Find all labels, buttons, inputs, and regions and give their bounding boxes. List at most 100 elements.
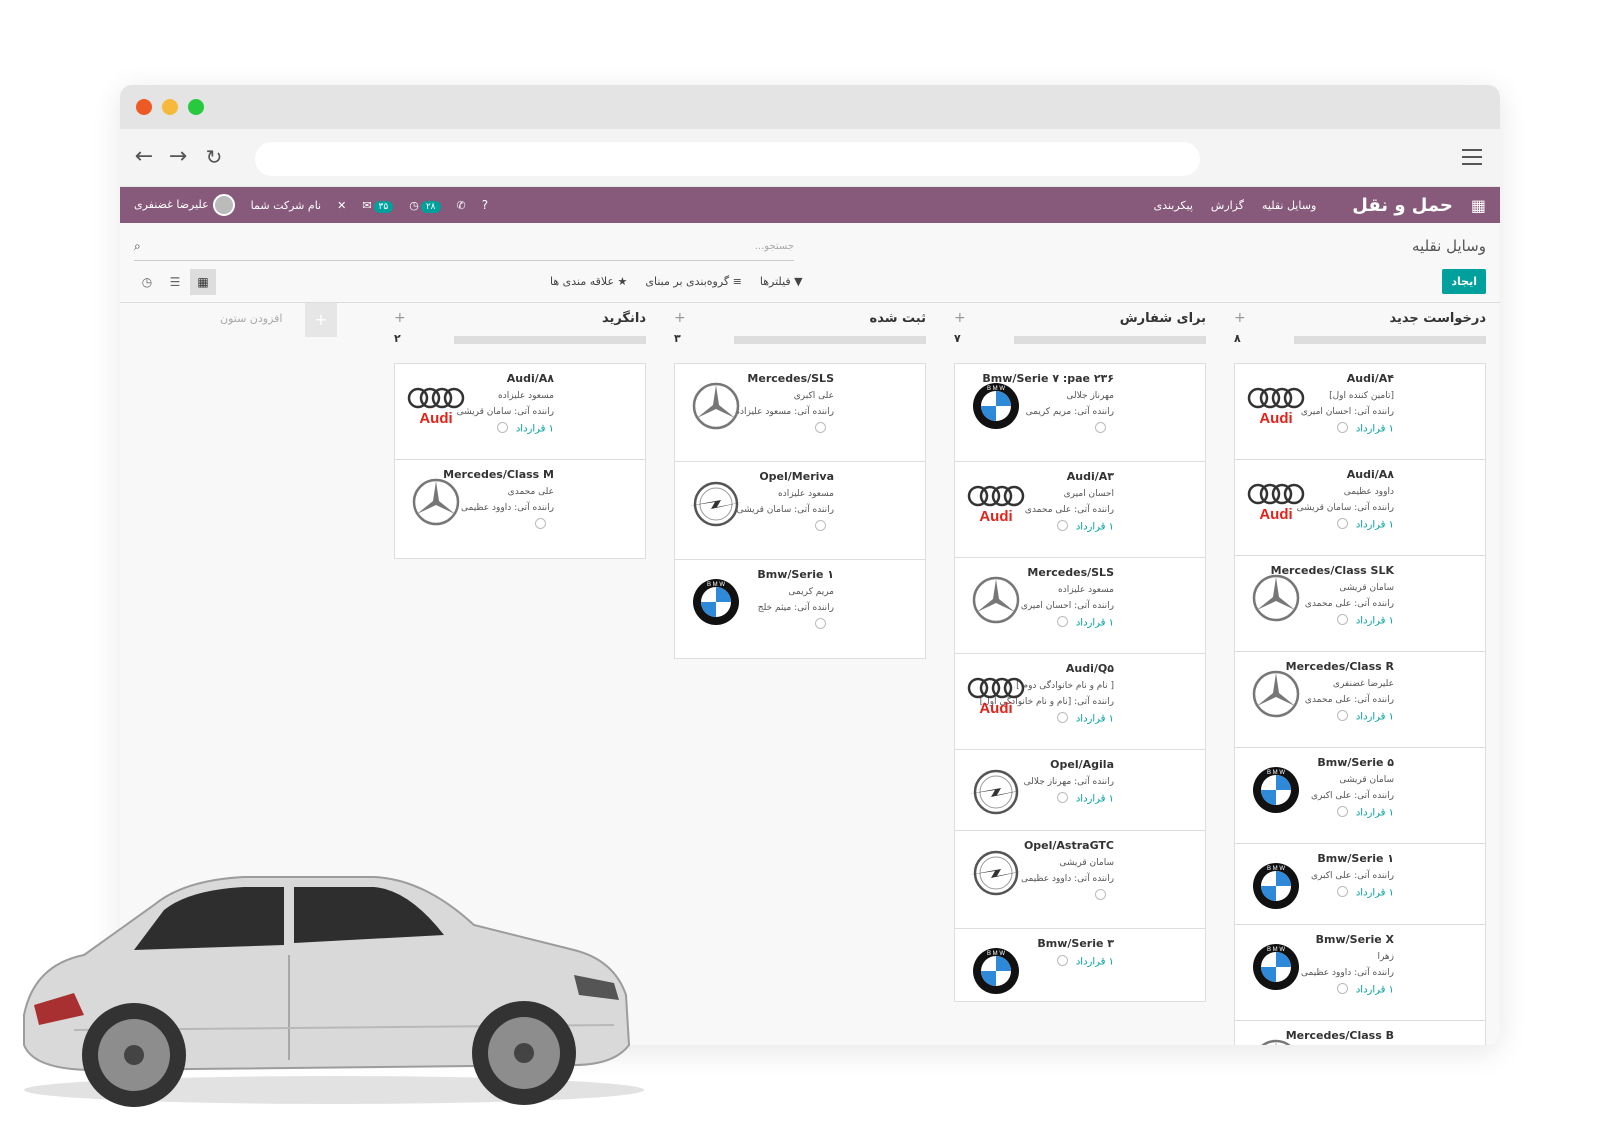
activities-button[interactable]: ۲۸◷ <box>409 199 441 213</box>
svg-text:Audi: Audi <box>1259 506 1292 523</box>
audi-logo-icon: Audi <box>965 476 1027 532</box>
list-view-icon[interactable]: ☰ <box>162 269 188 295</box>
quick-create-icon[interactable]: + <box>394 310 406 326</box>
activity-clock-icon[interactable] <box>1056 616 1068 627</box>
contracts-link[interactable]: ۱ قرارداد <box>1076 714 1114 725</box>
activity-clock-icon[interactable] <box>496 422 508 433</box>
favorites-button[interactable]: ★ علاقه مندی ها <box>550 275 627 288</box>
activity-clock-icon[interactable] <box>1336 886 1348 897</box>
vehicle-card[interactable]: Bmw/Serie ۷ :pae ۲۳۶ مهرناز جلالی راننده آ… <box>955 364 1205 462</box>
vehicle-card[interactable]: Audi/A۸ داوود عظیمی راننده آتی: سامان قریش… <box>1235 460 1485 556</box>
audi-logo-icon: Audi <box>1245 378 1307 434</box>
contracts-link[interactable]: ۱ قرارداد <box>1076 957 1114 968</box>
activity-clock-icon[interactable] <box>1336 806 1348 817</box>
search-placeholder: جستجو... <box>754 241 794 252</box>
menu-reports[interactable]: گزارش <box>1211 199 1244 212</box>
vehicle-card[interactable]: Bmw/Serie X زهرا راننده آتی: داوود عظیمی ۱ … <box>1235 925 1485 1021</box>
filters-button[interactable]: ▼ فیلترها <box>760 275 803 288</box>
vehicle-card[interactable]: Opel/Meriva مسعود علیزاده راننده آتی: ساما… <box>675 462 925 560</box>
activity-clock-icon[interactable] <box>1336 422 1348 433</box>
quick-create-icon[interactable]: + <box>954 310 966 326</box>
activity-clock-icon[interactable] <box>535 518 546 529</box>
vehicle-card[interactable]: Audi/A۸ مسعود علیزاده راننده آتی: سامان قر… <box>395 364 645 460</box>
activity-clock-icon[interactable] <box>1056 792 1068 803</box>
activity-clock-icon[interactable] <box>815 520 826 531</box>
debug-tools-icon[interactable]: ✕ <box>337 199 346 212</box>
forward-arrow-icon[interactable]: → <box>166 145 190 169</box>
add-column-button[interactable]: + <box>305 303 337 337</box>
vehicle-card[interactable]: Audi/A۳ احسان امیری راننده آتی: علی محمدی ۱… <box>955 462 1205 558</box>
mercedes-logo-icon <box>685 378 747 434</box>
contracts-link[interactable]: ۱ قرارداد <box>1076 794 1114 805</box>
menu-vehicles[interactable]: وسایل نقلیه <box>1262 199 1316 212</box>
add-column[interactable]: افزودن ستون + <box>220 303 340 337</box>
svg-text:B M W: B M W <box>1267 770 1285 776</box>
apps-grid-icon[interactable]: ▦ <box>1471 196 1486 215</box>
back-arrow-icon[interactable]: ← <box>132 145 156 169</box>
vehicle-card[interactable]: Bmw/Serie ۱ راننده آتی: علی اکبری ۱ قراردا… <box>1235 844 1485 925</box>
contracts-link[interactable]: ۱ قرارداد <box>1076 618 1114 629</box>
activity-clock-icon[interactable] <box>1336 710 1348 721</box>
contracts-link[interactable]: ۱ قرارداد <box>1356 808 1394 819</box>
vehicle-card[interactable]: Mercedes/Class SLK سامان قریشی راننده آتی:… <box>1235 556 1485 652</box>
search-input[interactable]: ⌕ جستجو... <box>134 237 794 261</box>
phone-icon[interactable]: ✆ <box>457 199 466 212</box>
activity-clock-icon[interactable] <box>1336 518 1348 529</box>
contracts-link[interactable]: ۱ قرارداد <box>1356 888 1394 899</box>
car-illustration <box>23 876 644 1107</box>
vehicle-card[interactable]: Mercedes/Class Bمریم کریمیراننده آتی: مس… <box>1235 1021 1485 1045</box>
column-title[interactable]: دانگرید <box>602 311 646 326</box>
contracts-link[interactable]: ۱ قرارداد <box>1356 616 1394 627</box>
search-options: ▼ فیلترها ≡ گروه‌بندی بر مبنای ★ علاقه م… <box>550 275 803 288</box>
vehicle-card[interactable]: Mercedes/Class M علی محمدی راننده آتی: داو… <box>395 460 645 558</box>
vehicle-card[interactable]: Mercedes/SLS مسعود علیزاده راننده آتی: احس… <box>955 558 1205 654</box>
vehicle-card[interactable]: Bmw/Serie ۳۱ قرارداد B M W <box>955 929 1205 1001</box>
vehicle-card[interactable]: Bmw/Serie ۱ مریم کریمی راننده آتی: میثم خل… <box>675 560 925 658</box>
activity-clock-icon[interactable] <box>1056 712 1068 723</box>
activity-clock-icon[interactable] <box>1056 520 1068 531</box>
user-menu[interactable]: علیرضا غضنفری <box>134 194 235 216</box>
activity-clock-icon[interactable] <box>1056 955 1068 966</box>
contracts-link[interactable]: ۱ قرارداد <box>1356 712 1394 723</box>
column-title[interactable]: برای شفارش <box>1120 311 1206 326</box>
close-window-button[interactable] <box>136 99 152 115</box>
messages-button[interactable]: ۳۵✉ <box>362 199 394 213</box>
column-title[interactable]: ثبت شده <box>870 311 926 326</box>
column-title[interactable]: درخواست جدید <box>1390 311 1486 326</box>
contracts-link[interactable]: ۱ قرارداد <box>516 424 554 435</box>
company-name[interactable]: نام شرکت شما <box>251 199 321 212</box>
kanban-column: درخواست جدید +۸ Audi/A۴ [تامین کننده اول] را… <box>1234 303 1486 1045</box>
contracts-link[interactable]: ۱ قرارداد <box>1076 522 1114 533</box>
maximize-window-button[interactable] <box>188 99 204 115</box>
app-brand[interactable]: حمل و نقل <box>1352 195 1453 216</box>
create-button[interactable]: ایجاد <box>1442 269 1486 294</box>
contracts-link[interactable]: ۱ قرارداد <box>1356 424 1394 435</box>
vehicle-card[interactable]: Audi/A۴ [تامین کننده اول] راننده آتی: احسا… <box>1235 364 1485 460</box>
reload-icon[interactable]: ↻ <box>202 145 226 169</box>
browser-menu-icon[interactable] <box>1462 149 1482 165</box>
vehicle-card[interactable]: Opel/AstraGTC سامان قریشی راننده آتی: داوو… <box>955 831 1205 929</box>
activity-view-icon[interactable]: ◷ <box>134 269 160 295</box>
activity-clock-icon[interactable] <box>1336 614 1348 625</box>
help-icon[interactable]: ? <box>482 198 488 212</box>
kanban-view-icon[interactable]: ▦ <box>190 269 216 295</box>
activity-clock-icon[interactable] <box>1095 422 1106 433</box>
quick-create-icon[interactable]: + <box>674 310 686 326</box>
activity-clock-icon[interactable] <box>815 618 826 629</box>
address-bar[interactable] <box>255 142 1200 176</box>
vehicle-card[interactable]: Mercedes/Class R علیرضا غضنفری راننده آتی:… <box>1235 652 1485 748</box>
vehicle-card[interactable]: Audi/Q۵[ نام و نام خانوادگی دوم ] راننده … <box>955 654 1205 750</box>
quick-create-icon[interactable]: + <box>1234 310 1246 326</box>
contracts-link[interactable]: ۱ قرارداد <box>1356 520 1394 531</box>
vehicle-card[interactable]: Bmw/Serie ۵ سامان قریشی راننده آتی: علی اک… <box>1235 748 1485 844</box>
minimize-window-button[interactable] <box>162 99 178 115</box>
vehicle-card[interactable]: Opel/Agila راننده آتی: مهرناز جلالی ۱ قرار… <box>955 750 1205 831</box>
groupby-button[interactable]: ≡ گروه‌بندی بر مبنای <box>645 275 741 288</box>
menu-configuration[interactable]: پیکربندی <box>1154 199 1193 212</box>
svg-text:Audi: Audi <box>979 508 1012 525</box>
vehicle-card[interactable]: Mercedes/SLS علی اکبری راننده آتی: مسعود ع… <box>675 364 925 462</box>
activity-clock-icon[interactable] <box>815 422 826 433</box>
activity-clock-icon[interactable] <box>1336 983 1348 994</box>
activity-clock-icon[interactable] <box>1095 889 1106 900</box>
contracts-link[interactable]: ۱ قرارداد <box>1356 985 1394 996</box>
